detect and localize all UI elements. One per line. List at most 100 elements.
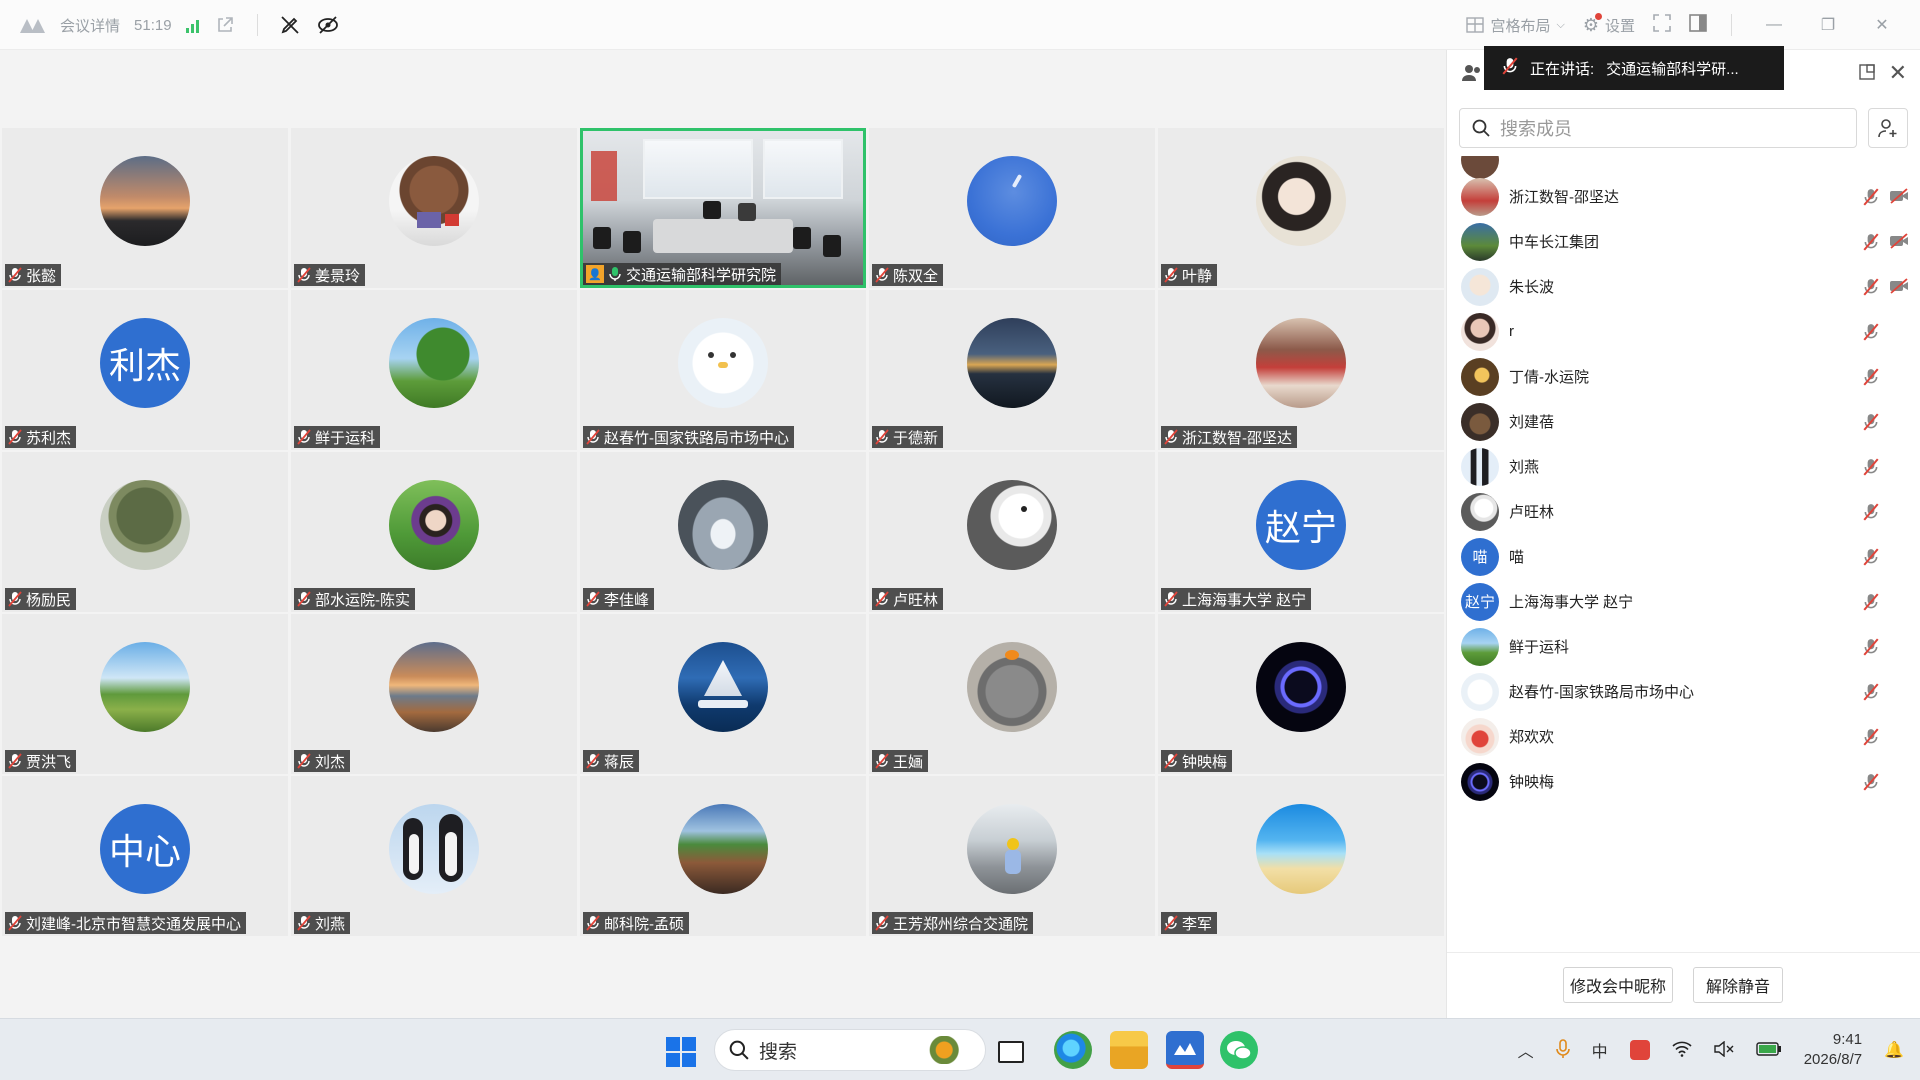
mic-muted-icon[interactable] [1863,187,1881,206]
hide-eye-icon[interactable] [316,13,340,37]
participant-tile[interactable]: 于德新 [869,290,1155,450]
name-tag: 👤 交通运输部科学研究院 [583,263,782,285]
participant-tile[interactable]: 刘燕 [291,776,577,936]
name-tag: 张懿 [5,264,62,286]
wifi-icon[interactable] [1672,1041,1692,1060]
participant-tile[interactable]: 王芳郑州综合交通院 [869,776,1155,936]
mic-muted-icon[interactable] [1863,322,1881,341]
member-name: 赵春竹-国家铁路局市场中心 [1509,684,1694,701]
avatar: 赵宁 [1256,480,1346,570]
participant-tile[interactable]: 张懿 [2,128,288,288]
participant-name: 赵春竹-国家铁路局市场中心 [604,429,789,447]
participant-tile[interactable]: 赵春竹-国家铁路局市场中心 [580,290,866,450]
avatar [100,480,190,570]
participant-tile[interactable]: 李军 [1158,776,1444,936]
speaking-name: 交通运输部科学研... [1606,60,1739,78]
mic-muted-icon [8,429,22,445]
participant-tile[interactable]: 刘杰 [291,614,577,774]
name-tag: 浙江数智-邵坚达 [1161,426,1297,448]
mic-muted-icon[interactable] [1863,277,1881,296]
settings-button[interactable]: ⚙ 设置 [1583,12,1635,36]
avatar [1461,222,1499,261]
mic-muted-icon[interactable] [1863,682,1881,701]
file-explorer-icon[interactable] [1110,1031,1148,1069]
clock-date: 2026/8/7 [1803,1051,1863,1068]
task-view-icon[interactable] [998,1041,1024,1063]
meeting-app-icon[interactable] [1166,1031,1204,1069]
microphone-icon[interactable] [1555,1038,1570,1062]
participant-tile[interactable]: 王婳 [869,614,1155,774]
list-item[interactable]: 钟映梅 [1447,754,1920,809]
participant-tile[interactable]: 杨励民 [2,452,288,612]
start-button[interactable] [666,1037,696,1067]
share-link-icon[interactable] [213,13,237,37]
minimize-button[interactable]: — [1756,16,1792,34]
taskbar-search[interactable]: 搜索 [714,1029,986,1071]
maximize-button[interactable]: ❐ [1810,15,1846,35]
people-icon[interactable] [1461,62,1483,84]
signal-strength-icon[interactable] [185,17,199,33]
participant-tile[interactable]: 部水运院-陈实 [291,452,577,612]
participant-tile[interactable]: 浙江数智-邵坚达 [1158,290,1444,450]
member-name: 浙江数智-邵坚达 [1509,189,1619,206]
participant-tile[interactable]: 陈双全 [869,128,1155,288]
participant-tile-active-speaker[interactable]: 👤 交通运输部科学研究院 [580,128,866,288]
camera-off-icon[interactable] [1889,277,1911,296]
member-list[interactable]: 浙江数智-邵坚达 中车长江集团 朱长波 r 丁倩-水运院 刘建蓓 刘燕 卢旺林 … [1447,156,1920,956]
participant-tile[interactable]: 姜景玲 [291,128,577,288]
gear-icon: ⚙ [1583,12,1602,36]
close-window-button[interactable]: ✕ [1864,15,1900,35]
invite-member-button[interactable] [1868,108,1908,148]
participant-tile[interactable]: 钟映梅 [1158,614,1444,774]
clock[interactable]: 9:41 2026/8/7 [1804,1030,1862,1070]
meeting-details-link[interactable]: 会议详情 [60,15,120,36]
participant-name: 姜景玲 [315,267,361,285]
search-members-input[interactable]: 搜索成员 [1459,108,1857,148]
unmute-button[interactable]: 解除静音 [1693,967,1783,1003]
mic-muted-icon [1164,915,1178,931]
participant-tile[interactable]: 卢旺林 [869,452,1155,612]
avatar [967,804,1057,894]
mic-muted-icon[interactable] [1863,502,1881,521]
fullscreen-icon[interactable] [1653,14,1671,36]
participant-tile[interactable]: 中心 刘建峰-北京市智慧交通发展中心 [2,776,288,936]
participant-tile[interactable]: 蒋辰 [580,614,866,774]
participant-tile[interactable]: 邮科院-孟硕 [580,776,866,936]
mic-muted-icon[interactable] [1863,547,1881,566]
mic-muted-icon [1164,591,1178,607]
mic-muted-icon[interactable] [1863,772,1881,791]
participant-tile[interactable]: 李佳峰 [580,452,866,612]
camera-off-icon[interactable] [1889,187,1911,206]
mic-muted-icon[interactable] [1863,637,1881,656]
chevron-up-icon[interactable]: ︿ [1518,1038,1534,1062]
security-app-icon[interactable] [1629,1040,1650,1060]
participant-tile[interactable]: 利杰 苏利杰 [2,290,288,450]
avatar [389,156,479,246]
participant-tile[interactable]: 贾洪飞 [2,614,288,774]
participant-tile[interactable]: 叶静 [1158,128,1444,288]
rename-button[interactable]: 修改会中昵称 [1563,967,1673,1003]
camera-off-icon[interactable] [1889,232,1911,251]
popout-icon[interactable] [1859,64,1877,82]
mic-muted-icon[interactable] [1863,232,1881,251]
sidebar-toggle-icon[interactable] [1689,14,1707,36]
close-icon[interactable]: ✕ [1889,60,1907,86]
notification-bell-icon[interactable]: 🔔 [1884,1040,1904,1060]
participant-name: 刘燕 [315,915,346,933]
mic-muted-icon[interactable] [1863,727,1881,746]
mic-muted-icon[interactable] [1863,367,1881,386]
name-tag: 钟映梅 [1161,750,1233,772]
participant-tile[interactable]: 赵宁 上海海事大学 赵宁 [1158,452,1444,612]
mic-muted-icon[interactable] [1863,592,1881,611]
battery-icon[interactable] [1755,1041,1782,1059]
input-method-icon[interactable]: 中 [1592,1038,1608,1062]
mic-muted-icon[interactable] [1863,457,1881,476]
wechat-icon[interactable] [1220,1031,1258,1069]
mic-muted-icon[interactable] [1863,412,1881,431]
layout-dropdown[interactable]: 宫格布局 ⌵ [1466,15,1565,36]
mic-muted-icon [1164,267,1178,283]
volume-muted-icon[interactable] [1713,1040,1734,1060]
pen-off-icon[interactable] [278,13,302,37]
edge-browser-icon[interactable] [1054,1031,1092,1069]
participant-tile[interactable]: 鲜于运科 [291,290,577,450]
